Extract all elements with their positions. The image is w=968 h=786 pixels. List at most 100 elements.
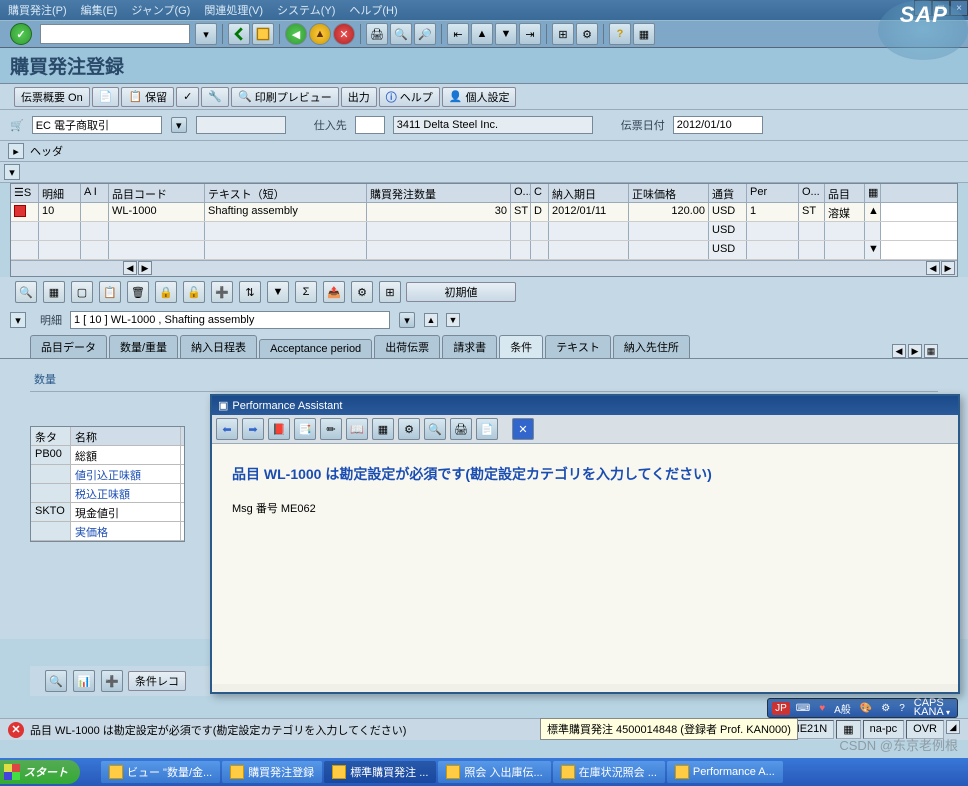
ime-toolbar[interactable]: JP ⌨ ♥ A般 🎨 ⚙ ? CAPSKANA ▾ — [767, 698, 958, 718]
error-icon[interactable]: ✕ — [8, 722, 24, 738]
ime-help-icon[interactable]: ? — [896, 703, 908, 714]
cell-unit[interactable]: ST — [511, 203, 531, 221]
ime-keyboard-icon[interactable]: ⌨ — [793, 703, 813, 714]
save-icon[interactable] — [252, 23, 274, 45]
collapse-detail-icon[interactable]: ▾ — [10, 312, 26, 328]
status-resize-icon[interactable]: ◢ — [946, 720, 960, 734]
scroll-right-icon[interactable]: ▶ — [138, 261, 152, 275]
tab-list-icon[interactable]: ▦ — [924, 344, 938, 358]
tab-shipping[interactable]: 出荷伝票 — [374, 335, 440, 358]
expand-header-icon[interactable]: ▸ — [8, 143, 24, 159]
pa-tech-icon[interactable]: ⚙ — [398, 418, 420, 440]
tab-acceptance[interactable]: Acceptance period — [259, 339, 372, 358]
menu-po[interactable]: 購買発注(P) — [8, 2, 67, 18]
sort-icon[interactable]: ⇅ — [239, 281, 261, 303]
menu-jump[interactable]: ジャンプ(G) — [131, 2, 190, 18]
cell-o2[interactable]: ST — [799, 203, 825, 221]
cell-price[interactable]: 120.00 — [629, 203, 709, 221]
tool-button[interactable]: 🔧 — [201, 87, 229, 107]
output-button[interactable]: 出力 — [341, 87, 377, 107]
pa-glossary-icon[interactable]: 📖 — [346, 418, 368, 440]
menu-help[interactable]: ヘルプ(H) — [349, 2, 397, 18]
filter-icon[interactable]: ▼ — [267, 281, 289, 303]
taskbar-item[interactable]: 標準購買発注 ... — [324, 761, 436, 783]
tab-scroll-right-icon[interactable]: ▶ — [908, 344, 922, 358]
col-material[interactable]: 品目コード — [109, 184, 205, 202]
cond-col-name[interactable]: 名称 — [71, 427, 181, 445]
cond-col-key[interactable]: 条タ — [31, 427, 71, 445]
tab-material-data[interactable]: 品目データ — [30, 335, 107, 358]
row-status-icon[interactable] — [11, 203, 39, 221]
grid-row[interactable]: 10 WL-1000 Shafting assembly 30 ST D 201… — [11, 203, 957, 222]
cancel-icon[interactable]: ✕ — [333, 23, 355, 45]
po-number-field[interactable] — [196, 116, 286, 134]
last-page-icon[interactable]: ⇥ — [519, 23, 541, 45]
taskbar-item[interactable]: 在庫状況照会 ... — [553, 761, 665, 783]
grid-row[interactable]: USD — [11, 222, 957, 241]
layout-icon[interactable]: ▦ — [633, 23, 655, 45]
ime-palette-icon[interactable]: 🎨 — [857, 703, 875, 714]
cond-detail-icon[interactable]: 🔍 — [45, 670, 67, 692]
cond-analysis-icon[interactable]: 📊 — [73, 670, 95, 692]
col-deliv-date[interactable]: 納入期日 — [549, 184, 629, 202]
tab-scroll-left-icon[interactable]: ◀ — [892, 344, 906, 358]
cond-row[interactable]: SKTO現金値引 — [31, 503, 184, 522]
cond-row[interactable]: 実価格 — [31, 522, 184, 541]
col-qty[interactable]: 購買発注数量 — [367, 184, 511, 202]
collapse-items-icon[interactable]: ▾ — [4, 164, 20, 180]
print-icon[interactable]: 🖨 — [366, 23, 388, 45]
help-icon[interactable]: ? — [609, 23, 631, 45]
sum-icon[interactable]: Σ — [295, 281, 317, 303]
ime-caps[interactable]: CAPSKANA ▾ — [911, 699, 953, 717]
col-selector[interactable]: ☰S — [11, 184, 39, 202]
row-scroll[interactable]: ▲ — [865, 203, 881, 221]
copy-icon[interactable]: 📋 — [99, 281, 121, 303]
pa-titlebar[interactable]: ▣ Performance Assistant — [212, 396, 958, 415]
doc-date-field[interactable] — [673, 116, 763, 134]
col-unit[interactable]: O... — [511, 184, 531, 202]
pa-close-icon[interactable]: ✕ — [512, 418, 534, 440]
pa-index-icon[interactable]: 📑 — [294, 418, 316, 440]
ime-mode[interactable]: A般 — [831, 701, 854, 716]
cell-qty[interactable]: 30 — [367, 203, 511, 221]
print-preview-button[interactable]: 🔍印刷プレビュー — [231, 87, 339, 107]
prev-item-icon[interactable]: ▲ — [424, 313, 438, 327]
unlock-icon[interactable]: 🔓 — [183, 281, 205, 303]
pa-back-icon[interactable]: ⬅ — [216, 418, 238, 440]
pa-forward-icon[interactable]: ➡ — [242, 418, 264, 440]
create-button[interactable]: 📄 — [92, 87, 120, 107]
tab-invoice[interactable]: 請求書 — [442, 335, 497, 358]
detail-icon[interactable]: 🔍 — [15, 281, 37, 303]
cond-record-button[interactable]: 条件レコ — [128, 671, 186, 691]
cell-date[interactable]: 2012/01/11 — [549, 203, 629, 221]
taskbar-item[interactable]: 購買発注登録 — [222, 761, 322, 783]
tab-schedule[interactable]: 納入日程表 — [180, 335, 257, 358]
pa-book-icon[interactable]: 📕 — [268, 418, 290, 440]
cell-item[interactable]: 10 — [39, 203, 81, 221]
cell-curr[interactable]: USD — [709, 203, 747, 221]
deselect-icon[interactable]: ▢ — [71, 281, 93, 303]
back-icon[interactable] — [228, 23, 250, 45]
tab-quantities[interactable]: 数量/重量 — [109, 335, 178, 358]
col-per[interactable]: Per — [747, 184, 799, 202]
personal-settings-button[interactable]: 👤個人設定 — [442, 87, 517, 107]
tab-conditions[interactable]: 条件 — [499, 335, 543, 358]
scroll-left-icon[interactable]: ◀ — [123, 261, 137, 275]
ime-tool-icon[interactable]: ⚙ — [878, 703, 893, 714]
pa-copy-icon[interactable]: 📄 — [476, 418, 498, 440]
close-button[interactable]: × — [950, 0, 968, 16]
exit-icon[interactable]: ▲ — [309, 23, 331, 45]
new-session-icon[interactable]: ⊞ — [552, 23, 574, 45]
col-currency[interactable]: 通貨 — [709, 184, 747, 202]
col-item[interactable]: 明細 — [39, 184, 81, 202]
col-price[interactable]: 正味価格 — [629, 184, 709, 202]
cond-insert-icon[interactable]: ➕ — [101, 670, 123, 692]
menu-related[interactable]: 関連処理(V) — [204, 2, 263, 18]
pa-search-icon[interactable]: 🔍 — [424, 418, 446, 440]
hold-button[interactable]: 📋保留 — [121, 87, 174, 107]
grid-hscroll[interactable]: ◀▶ ◀▶ — [11, 260, 957, 276]
taskbar-item[interactable]: Performance A... — [667, 761, 783, 783]
col-c[interactable]: C — [531, 184, 549, 202]
cell-ai[interactable] — [81, 203, 109, 221]
first-page-icon[interactable]: ⇤ — [447, 23, 469, 45]
